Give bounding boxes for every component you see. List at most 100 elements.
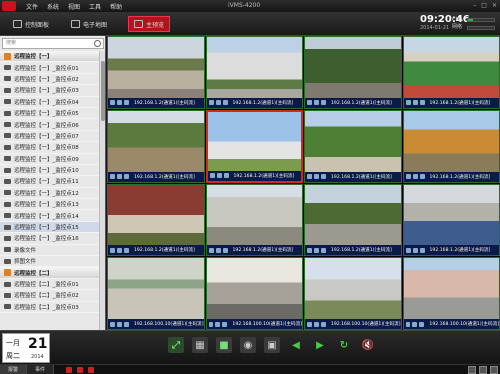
audio-icon[interactable]: 🔇 xyxy=(360,337,376,353)
tree-camera-item[interactable]: 远程监控【一】_监控点06 xyxy=(0,119,100,131)
snapshot-icon[interactable] xyxy=(405,174,411,179)
snapshot-icon[interactable] xyxy=(208,100,214,106)
video-feed[interactable] xyxy=(403,37,499,98)
pin-icon[interactable] xyxy=(479,366,487,374)
tree-camera-item[interactable]: 远程监控【二】_监控点03 xyxy=(0,302,100,313)
video-cell[interactable]: 192.168.100.10(通道1)[主码流] xyxy=(107,257,205,330)
scrollbar-thumb[interactable] xyxy=(101,61,105,121)
ptz-icon[interactable] xyxy=(419,321,425,327)
video-cell[interactable]: 192.168.100.10(通道1)[主码流] xyxy=(304,257,402,330)
stop-all-icon[interactable]: ■ xyxy=(216,337,232,353)
video-cell[interactable]: 192.168.1.2(通道1)[主码流] xyxy=(107,183,205,257)
record-icon[interactable] xyxy=(314,247,319,253)
snapshot-icon[interactable] xyxy=(307,100,312,106)
video-feed[interactable] xyxy=(206,258,302,319)
layout-icon[interactable]: ▦ xyxy=(192,337,208,353)
search-icon[interactable] xyxy=(94,40,101,47)
snapshot-icon[interactable] xyxy=(405,321,411,327)
ptz-icon[interactable] xyxy=(419,100,425,106)
snapshot-icon[interactable] xyxy=(110,174,115,179)
snapshot-icon[interactable] xyxy=(307,174,312,179)
snapshot-icon[interactable] xyxy=(405,100,411,106)
tree-camera-item[interactable]: 远程监控【一】_监控点12 xyxy=(0,188,100,200)
video-feed[interactable] xyxy=(206,184,302,246)
record-icon[interactable] xyxy=(215,100,221,106)
snapshot-icon[interactable] xyxy=(307,247,312,253)
close-icon[interactable]: × xyxy=(492,2,497,9)
video-feed[interactable] xyxy=(207,111,301,171)
video-feed[interactable] xyxy=(108,184,204,246)
refresh-icon[interactable]: ↻ xyxy=(336,337,352,353)
tree-camera-item[interactable]: 远程监控【一】_监控点05 xyxy=(0,108,100,120)
menu-view[interactable]: 视图 xyxy=(68,2,80,11)
video-cell[interactable]: 192.168.1.2(通道1)[主码流] xyxy=(402,109,500,183)
ptz-icon[interactable] xyxy=(222,321,228,327)
ptz-icon[interactable] xyxy=(419,174,425,179)
tree-camera-item[interactable]: 远程监控【二】_监控点02 xyxy=(0,290,100,302)
tree-folder[interactable]: 录像文件 xyxy=(0,245,100,257)
ptz-icon[interactable] xyxy=(222,100,228,106)
record-icon[interactable] xyxy=(412,321,418,327)
record-icon[interactable] xyxy=(116,321,122,327)
capture-icon[interactable]: ◉ xyxy=(240,337,256,353)
tree-camera-item[interactable]: 远程监控【一】_监控点01 xyxy=(0,62,100,74)
maximize-icon[interactable]: □ xyxy=(481,2,487,9)
snapshot-icon[interactable] xyxy=(209,173,215,178)
video-cell[interactable]: 192.168.1.2(通道1)[主码流] xyxy=(107,109,205,183)
ptz-icon[interactable] xyxy=(321,100,326,106)
record-icon[interactable] xyxy=(215,247,221,253)
tree-camera-item[interactable]: 远程监控【一】_监控点16 xyxy=(0,233,100,245)
snapshot-icon[interactable] xyxy=(307,321,312,327)
video-feed[interactable] xyxy=(108,110,204,172)
tree-camera-item[interactable]: 远程监控【一】_监控点11 xyxy=(0,176,100,188)
snapshot-icon[interactable] xyxy=(208,247,214,253)
lock-icon[interactable] xyxy=(468,366,476,374)
record-icon[interactable] xyxy=(412,174,418,179)
tree-folder[interactable]: 抓图文件 xyxy=(0,256,100,268)
video-cell[interactable]: 192.168.1.2(通道1)[主码流] xyxy=(107,36,205,109)
menu-file[interactable]: 文件 xyxy=(26,2,38,11)
search-input[interactable]: 搜索 xyxy=(2,38,104,49)
tab-event[interactable]: 事件 xyxy=(27,364,55,374)
ptz-icon[interactable] xyxy=(321,174,326,179)
snapshot-icon[interactable] xyxy=(405,247,411,253)
video-feed[interactable] xyxy=(403,258,499,319)
record-icon[interactable] xyxy=(117,247,122,253)
video-cell[interactable]: 192.168.1.2(通道1)[主码流] xyxy=(304,183,402,257)
record-icon[interactable]: ▣ xyxy=(264,337,280,353)
previous-icon[interactable]: ◀ xyxy=(288,337,304,353)
ptz-icon[interactable] xyxy=(222,247,228,253)
ptz-icon[interactable] xyxy=(223,173,229,178)
tree-camera-item[interactable]: 远程监控【一】_监控点14 xyxy=(0,210,100,222)
ptz-icon[interactable] xyxy=(124,100,129,106)
tree-camera-item[interactable]: 远程监控【一】_监控点13 xyxy=(0,199,100,211)
ptz-icon[interactable] xyxy=(124,174,129,179)
video-cell[interactable]: 192.168.1.2(通道1)[主码流] xyxy=(402,183,500,257)
alert-icon[interactable] xyxy=(77,366,84,373)
minimize-icon[interactable]: – xyxy=(473,2,476,9)
video-feed[interactable] xyxy=(403,184,499,246)
sound-icon[interactable] xyxy=(88,366,95,373)
video-feed[interactable] xyxy=(305,184,401,246)
snapshot-icon[interactable] xyxy=(208,321,214,327)
next-icon[interactable]: ▶ xyxy=(312,337,328,353)
alarm-icon[interactable] xyxy=(66,366,73,373)
ptz-icon[interactable] xyxy=(320,321,326,327)
video-cell[interactable]: 192.168.1.2(通道1)[主码流] xyxy=(402,36,500,109)
tree-camera-item[interactable]: 远程监控【一】_监控点08 xyxy=(0,142,100,154)
tab-alarm[interactable]: 报警 xyxy=(0,364,28,374)
snapshot-icon[interactable] xyxy=(110,247,115,253)
record-icon[interactable] xyxy=(117,174,122,179)
video-feed[interactable] xyxy=(305,37,401,98)
tab-emap[interactable]: 电子地图 xyxy=(66,16,112,32)
video-feed[interactable] xyxy=(108,37,204,98)
record-icon[interactable] xyxy=(314,174,319,179)
video-feed[interactable] xyxy=(305,258,401,319)
snapshot-icon[interactable] xyxy=(110,321,115,327)
tree-camera-item[interactable]: 远程监控【一】_监控点04 xyxy=(0,97,100,108)
video-feed[interactable] xyxy=(403,110,499,172)
record-icon[interactable] xyxy=(117,100,122,106)
tab-main-preview[interactable]: 主预览 xyxy=(128,16,171,32)
tree-camera-item[interactable]: 远程监控【一】_监控点15 xyxy=(0,221,100,234)
fullscreen-icon[interactable]: ⤢ xyxy=(168,337,184,353)
